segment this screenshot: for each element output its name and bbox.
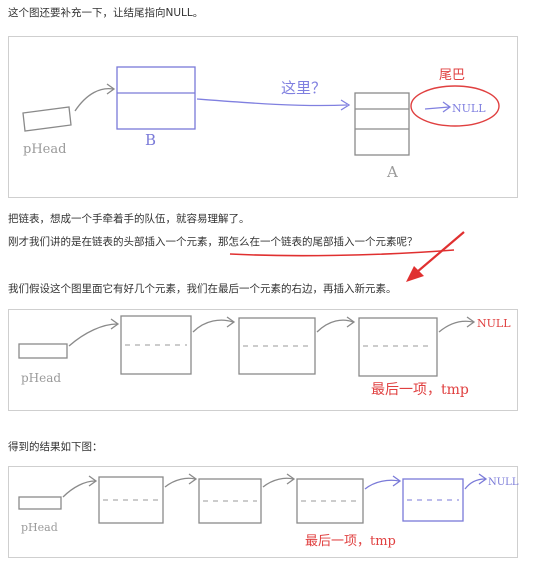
arrow-phead-to-b	[74, 87, 114, 112]
arrow-new-node-to-null	[464, 478, 486, 490]
tail-label: 尾巴	[439, 68, 465, 83]
paragraph-assume-elements: 我们假设这个图里面它有好几个元素，我们在最后一个元素的右边，再插入新元素。	[8, 283, 397, 295]
node-b-label: B	[145, 131, 156, 149]
node-b	[116, 66, 196, 130]
node-a-label: A	[386, 163, 398, 181]
node-2	[198, 478, 262, 524]
paragraph-result: 得到的结果如下图：	[8, 441, 103, 453]
node-a	[354, 92, 410, 156]
diagram-1-canvas: pHead B 这里？ A 尾巴 NULL	[22, 66, 500, 181]
diagram-after-insert: pHead NULL 最后一项，tmp	[8, 466, 519, 558]
node-3-last	[358, 317, 438, 377]
arrow-a-to-null	[424, 106, 450, 110]
null-label: NULL	[452, 102, 486, 115]
phead-label: pHead	[21, 521, 58, 534]
phead-box	[18, 343, 68, 359]
diagram-2-canvas: pHead NULL 最后一项，tmp	[18, 315, 511, 398]
phead-box	[18, 496, 62, 510]
paragraph-queue-analogy: 把链表，想成一个手牵着手的队伍，就容易理解了。	[8, 213, 250, 225]
arrow-head	[226, 316, 236, 328]
here-label: 这里？	[281, 79, 326, 97]
arrow-head	[346, 316, 356, 328]
arrow-phead-to-node1	[68, 323, 118, 347]
last-item-label: 最后一项，tmp	[305, 534, 396, 549]
diagram-before-insert: pHead NULL 最后一项，tmp	[8, 309, 518, 411]
null-label: NULL	[488, 477, 519, 488]
arrow-phead-to-node1	[62, 480, 96, 498]
null-label: NULL	[477, 317, 511, 330]
phead-label: pHead	[23, 142, 66, 157]
phead-box	[22, 106, 72, 132]
diagram-3-canvas: pHead NULL 最后一项，tmp	[18, 473, 519, 549]
paragraph-null-note: 这个图还要补充一下，让结尾指向NULL。	[8, 7, 204, 19]
arrow-node1-to-node2	[192, 319, 234, 333]
last-item-label: 最后一项，tmp	[371, 382, 469, 398]
arrow-b-to-a	[196, 98, 348, 107]
phead-label: pHead	[21, 371, 61, 385]
red-pointer-arrow	[406, 231, 465, 282]
diagram-linked-list-tail: pHead B 这里？ A 尾巴 NULL	[8, 36, 518, 198]
